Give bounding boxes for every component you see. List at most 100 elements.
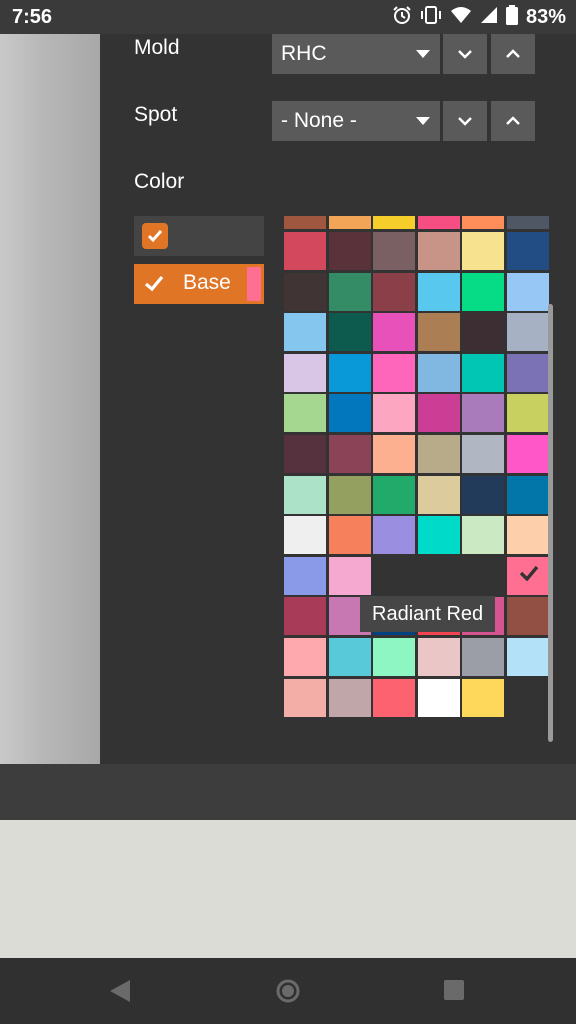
- color-swatch[interactable]: [417, 475, 460, 514]
- back-icon[interactable]: [108, 978, 132, 1009]
- color-swatch[interactable]: [328, 556, 371, 595]
- mold-next-button[interactable]: [443, 34, 487, 74]
- check-icon: [147, 230, 163, 243]
- color-swatch[interactable]: [507, 232, 549, 270]
- mold-label: Mold: [134, 36, 180, 59]
- color-swatch[interactable]: [284, 597, 326, 636]
- color-swatch[interactable]: [328, 232, 371, 270]
- layer-row-top[interactable]: [134, 216, 264, 256]
- color-swatch[interactable]: [373, 216, 416, 229]
- color-swatch[interactable]: [284, 475, 326, 514]
- color-swatch[interactable]: [284, 638, 326, 676]
- color-swatch[interactable]: [328, 216, 371, 229]
- check-icon: [519, 565, 539, 581]
- tooltip-text: Radiant Red: [372, 602, 484, 625]
- color-swatch[interactable]: [417, 394, 460, 433]
- color-swatch[interactable]: [507, 475, 549, 514]
- color-swatch[interactable]: [417, 313, 460, 352]
- color-swatch[interactable]: [328, 475, 371, 514]
- color-swatch[interactable]: [328, 394, 371, 433]
- color-swatch[interactable]: [373, 272, 416, 311]
- color-swatch[interactable]: [373, 394, 416, 433]
- color-swatch[interactable]: [284, 272, 326, 311]
- color-swatch[interactable]: [507, 394, 549, 433]
- color-swatch[interactable]: [462, 313, 505, 352]
- color-swatch[interactable]: [417, 216, 460, 229]
- color-swatch[interactable]: [373, 313, 416, 352]
- color-swatch[interactable]: [284, 678, 326, 717]
- spot-next-button[interactable]: [443, 101, 487, 141]
- color-swatch[interactable]: [462, 475, 505, 514]
- color-swatch[interactable]: [462, 678, 505, 717]
- color-swatch[interactable]: [417, 678, 460, 717]
- spot-label: Spot: [134, 103, 178, 126]
- color-palette[interactable]: [284, 216, 552, 756]
- palette-scrollbar[interactable]: [548, 304, 553, 742]
- color-swatch[interactable]: [462, 272, 505, 311]
- color-swatch[interactable]: [417, 435, 460, 473]
- color-swatch[interactable]: [328, 678, 371, 717]
- check-icon: [144, 275, 164, 297]
- color-swatch[interactable]: [507, 272, 549, 311]
- wifi-icon: [450, 6, 472, 29]
- vibrate-icon: [420, 5, 442, 30]
- color-swatch[interactable]: [284, 556, 326, 595]
- mold-select[interactable]: RHC: [272, 34, 440, 74]
- color-swatch[interactable]: [462, 353, 505, 392]
- color-swatch[interactable]: [462, 435, 505, 473]
- color-swatch[interactable]: [462, 232, 505, 270]
- color-swatch[interactable]: [284, 394, 326, 433]
- color-swatch[interactable]: [284, 313, 326, 352]
- color-swatch[interactable]: [328, 272, 371, 311]
- recents-icon[interactable]: [443, 979, 465, 1006]
- toolbar-strip: [0, 764, 576, 820]
- color-swatch[interactable]: [328, 638, 371, 676]
- color-swatch[interactable]: [462, 394, 505, 433]
- color-swatch[interactable]: [284, 232, 326, 270]
- color-swatch[interactable]: [373, 353, 416, 392]
- color-swatch-selected[interactable]: [507, 556, 549, 595]
- color-swatch[interactable]: [373, 516, 416, 555]
- color-swatch[interactable]: [284, 216, 326, 229]
- spot-select[interactable]: - None -: [272, 101, 440, 141]
- color-swatch[interactable]: [284, 435, 326, 473]
- preview-canvas[interactable]: [0, 34, 100, 764]
- color-swatch[interactable]: [284, 353, 326, 392]
- dropdown-arrow-icon: [416, 117, 430, 125]
- color-swatch[interactable]: [373, 475, 416, 514]
- color-swatch[interactable]: [328, 313, 371, 352]
- color-swatch[interactable]: [462, 216, 505, 229]
- color-swatch[interactable]: [507, 516, 549, 555]
- color-swatch[interactable]: [417, 272, 460, 311]
- layer-row-base[interactable]: Base: [134, 264, 264, 304]
- color-swatch[interactable]: [417, 516, 460, 555]
- mold-prev-button[interactable]: [491, 34, 535, 74]
- color-swatch[interactable]: [462, 516, 505, 555]
- color-swatch[interactable]: [507, 638, 549, 676]
- color-swatch[interactable]: [507, 216, 549, 229]
- lower-pane: [0, 820, 576, 958]
- color-swatch[interactable]: [507, 597, 549, 636]
- color-swatch[interactable]: [284, 516, 326, 555]
- color-swatch[interactable]: [417, 232, 460, 270]
- color-swatch[interactable]: [373, 638, 416, 676]
- color-label: Color: [134, 170, 185, 193]
- color-swatch[interactable]: [462, 638, 505, 676]
- color-swatch[interactable]: [417, 353, 460, 392]
- color-swatch[interactable]: [373, 435, 416, 473]
- chevron-down-icon: [458, 117, 472, 126]
- color-swatch[interactable]: [373, 678, 416, 717]
- color-swatch[interactable]: [328, 435, 371, 473]
- home-icon[interactable]: [275, 978, 301, 1009]
- color-swatch[interactable]: [507, 313, 549, 352]
- layer-checkbox[interactable]: [142, 223, 168, 249]
- signal-icon: [480, 6, 498, 29]
- color-swatch[interactable]: [507, 353, 549, 392]
- color-swatch[interactable]: [417, 638, 460, 676]
- color-swatch[interactable]: [328, 516, 371, 555]
- alarm-icon: [392, 5, 412, 30]
- color-swatch[interactable]: [373, 232, 416, 270]
- color-swatch[interactable]: [328, 353, 371, 392]
- color-swatch[interactable]: [507, 435, 549, 473]
- spot-prev-button[interactable]: [491, 101, 535, 141]
